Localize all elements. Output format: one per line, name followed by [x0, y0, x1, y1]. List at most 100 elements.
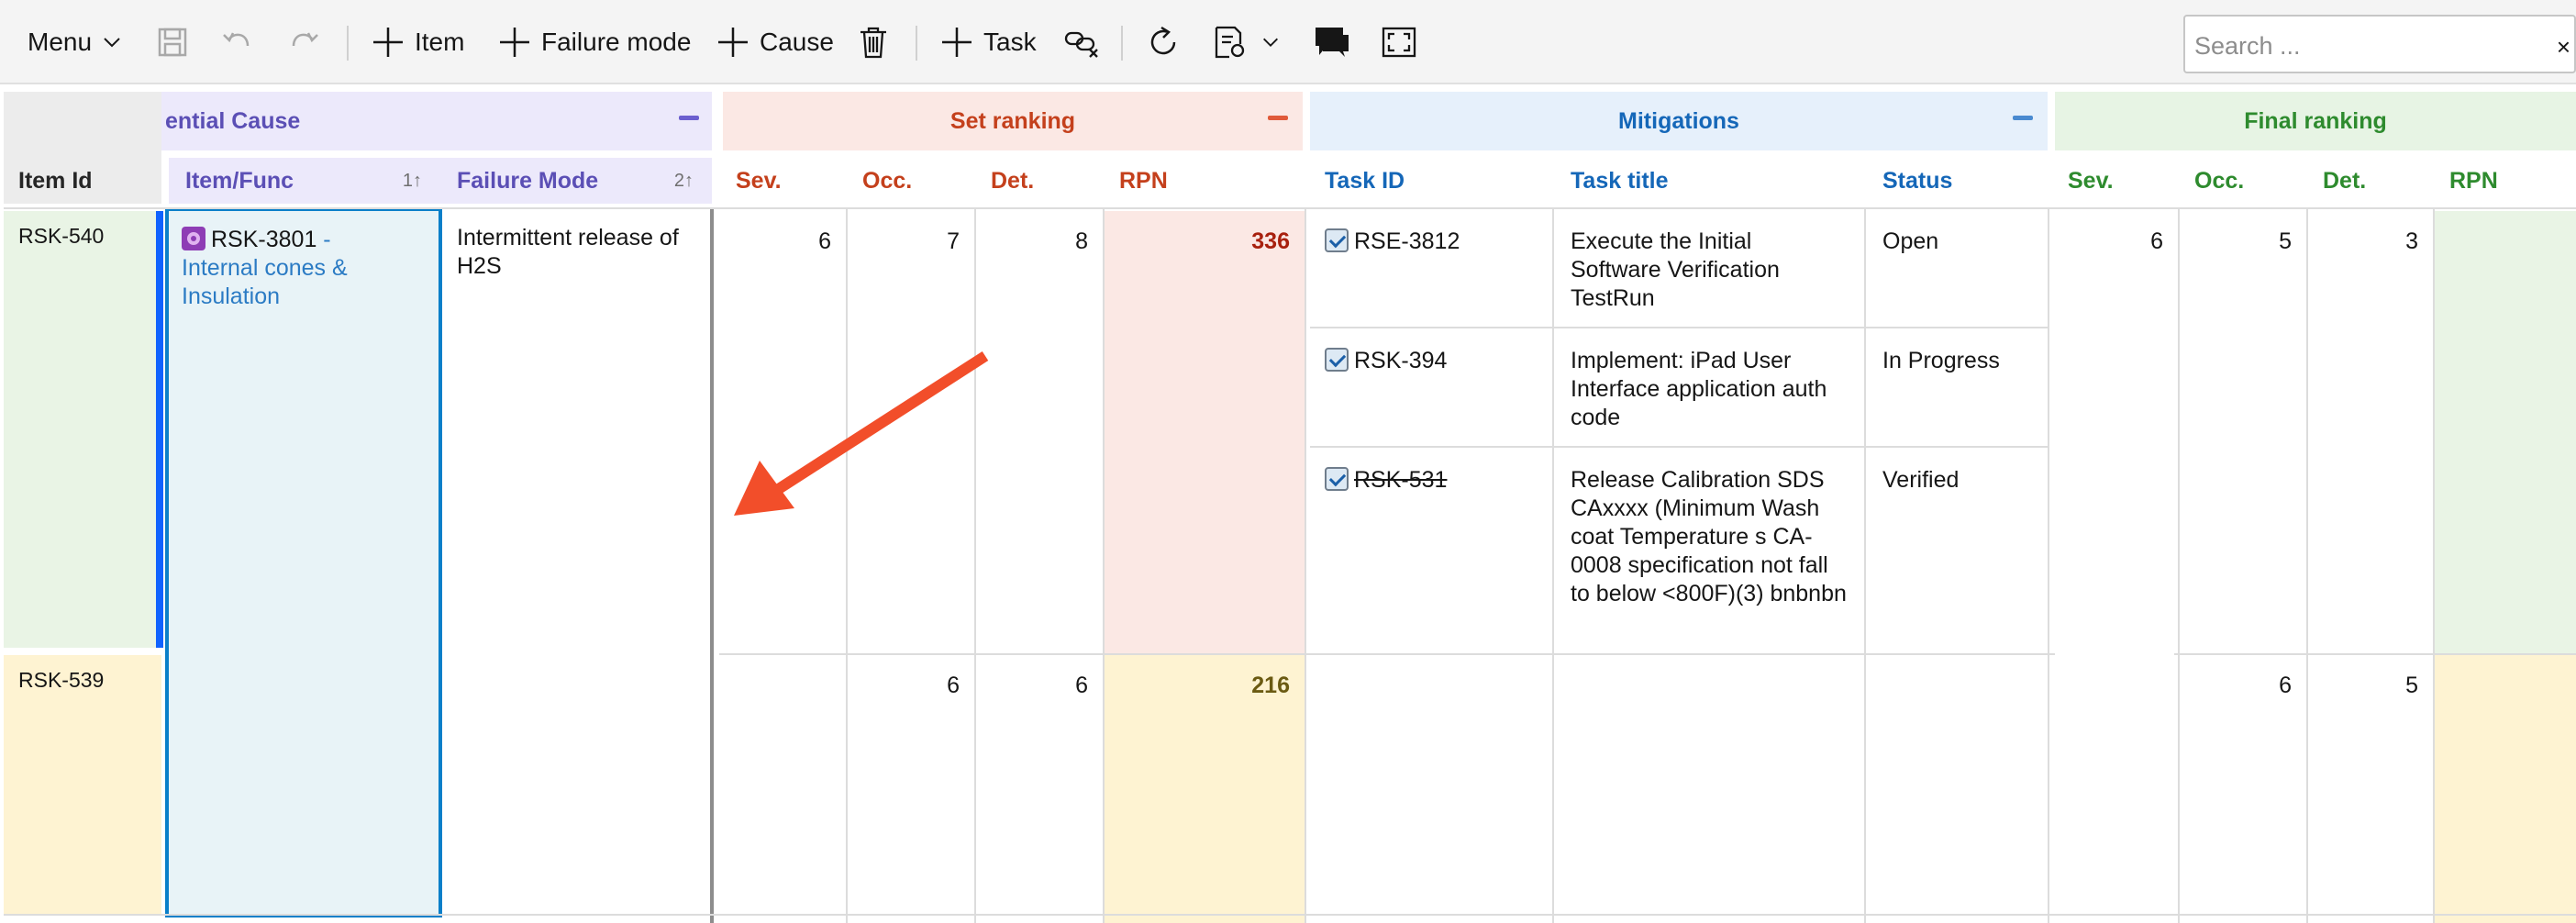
column-header-final-det[interactable]: Det.	[2308, 158, 2435, 204]
redo-button[interactable]	[288, 0, 321, 84]
column-header-task-id[interactable]: Task ID	[1310, 158, 1554, 204]
column-header-sev[interactable]: Sev.	[723, 158, 848, 204]
save-button[interactable]	[156, 0, 189, 84]
refresh-icon	[1150, 26, 1176, 55]
column-header-failure-mode[interactable]: Failure Mode 2↑	[440, 158, 712, 204]
final-occ-cell[interactable]: 5	[2180, 211, 2306, 272]
search-box[interactable]: ×	[2183, 15, 2576, 73]
add-cause-button[interactable]: Cause	[716, 0, 834, 84]
column-header-occ[interactable]: Occ.	[848, 158, 976, 204]
task-id[interactable]: RSK-394	[1354, 348, 1447, 373]
final-rpn-cell-bg	[2435, 211, 2576, 653]
search-input[interactable]	[2193, 24, 2536, 68]
row-selection-indicator	[156, 211, 163, 648]
report-icon	[1215, 26, 1245, 59]
item-func-name[interactable]: Internal cones & Insulation	[182, 255, 348, 309]
task-status-cell[interactable]: In Progress	[1866, 330, 2048, 392]
add-cause-label: Cause	[760, 28, 834, 56]
sev-cell[interactable]: 6	[723, 211, 846, 272]
task-id-cell[interactable]: RSK-394	[1310, 330, 1552, 392]
grid-line	[1305, 207, 1306, 923]
menu-button[interactable]: Menu	[28, 0, 123, 84]
final-det-cell[interactable]: 5	[2308, 655, 2433, 717]
failure-mode-text: Intermittent release of H2S	[457, 225, 679, 279]
fullscreen-icon	[1382, 27, 1416, 58]
item-id-cell[interactable]: RSK-539	[18, 668, 104, 693]
task-title-cell[interactable]: Implement: iPad User Interface applicati…	[1554, 330, 1864, 449]
collapse-icon[interactable]	[1268, 116, 1288, 120]
grid-line	[2306, 207, 2308, 923]
group-final-ranking-title: Final ranking	[2244, 107, 2387, 134]
unlink-button[interactable]	[1064, 0, 1101, 84]
delete-button[interactable]	[859, 0, 888, 84]
det-cell[interactable]: 8	[976, 211, 1103, 272]
grid-line	[974, 207, 976, 923]
collapse-icon[interactable]	[2013, 116, 2033, 120]
column-header-label: RPN	[2449, 167, 2498, 194]
item-func-id[interactable]: RSK-3801	[211, 227, 316, 252]
task-id-cell[interactable]: RSK-531	[1310, 450, 1552, 511]
item-id-cell[interactable]: RSK-540	[18, 224, 104, 249]
task-checkbox-icon	[1325, 228, 1349, 252]
det-cell[interactable]: 6	[976, 655, 1103, 717]
column-header-final-rpn[interactable]: RPN	[2435, 158, 2576, 204]
column-header-label: Task ID	[1325, 167, 1405, 194]
add-item-button[interactable]: Item	[371, 0, 464, 84]
fullscreen-button[interactable]	[1382, 0, 1416, 84]
grid-line	[1103, 207, 1105, 923]
comments-icon	[1316, 28, 1349, 57]
item-func-separator: -	[316, 227, 331, 252]
comments-button[interactable]	[1314, 0, 1350, 84]
clear-search-icon[interactable]: ×	[2557, 33, 2570, 61]
collapse-icon[interactable]	[679, 116, 699, 120]
undo-icon	[223, 32, 250, 47]
redo-icon	[292, 32, 318, 47]
column-header-rpn[interactable]: RPN	[1105, 158, 1305, 204]
grid-line	[846, 207, 848, 923]
column-header-label: Det.	[991, 167, 1035, 194]
final-det-cell[interactable]: 3	[2308, 211, 2433, 272]
add-task-label: Task	[983, 28, 1037, 56]
row-bg-item-id	[4, 655, 161, 916]
task-status-cell[interactable]: Verified	[1866, 450, 2048, 511]
group-final-ranking: Final ranking	[2055, 92, 2576, 150]
column-header-label: Sev.	[2068, 167, 2114, 194]
column-header-final-sev[interactable]: Sev.	[2055, 158, 2180, 204]
column-header-label: Occ.	[2194, 167, 2245, 194]
task-status-cell[interactable]: Open	[1866, 211, 2048, 272]
add-failure-mode-button[interactable]: Failure mode	[497, 0, 691, 84]
frozen-column-divider[interactable]	[710, 207, 714, 923]
occ-cell[interactable]: 6	[848, 655, 974, 717]
final-sev-cell[interactable]: 6	[2055, 211, 2178, 272]
plus-icon	[942, 28, 972, 57]
column-header-final-occ[interactable]: Occ.	[2180, 158, 2308, 204]
occ-cell[interactable]: 7	[848, 211, 974, 272]
task-id[interactable]: RSE-3812	[1354, 228, 1460, 254]
toolbar-divider	[916, 26, 917, 61]
column-header-item-id[interactable]: Item Id	[4, 158, 161, 204]
toolbar: Menu Item Failure mode Cause Task Search…	[0, 0, 2576, 84]
task-title-cell[interactable]: Execute the Initial Software Verificatio…	[1554, 211, 1864, 329]
item-func-cell[interactable]: RSK-3801 - Internal cones & Insulation	[165, 207, 442, 917]
column-header-task-title[interactable]: Task title	[1554, 158, 1866, 204]
task-id-cell[interactable]: RSE-3812	[1310, 211, 1552, 272]
failure-mode-cell[interactable]: Intermittent release of H2S	[442, 207, 710, 917]
task-id[interactable]: RSK-531	[1354, 467, 1447, 493]
column-header-det[interactable]: Det.	[976, 158, 1105, 204]
final-occ-cell[interactable]: 6	[2180, 655, 2306, 717]
column-header-status[interactable]: Status	[1866, 158, 2049, 204]
task-checkbox-icon	[1325, 348, 1349, 372]
grid-line	[4, 207, 2576, 209]
add-task-button[interactable]: Task	[939, 0, 1037, 84]
refresh-button[interactable]	[1145, 0, 1182, 84]
group-mitigations: Mitigations	[1310, 92, 2048, 150]
column-header-item-func[interactable]: Item/Func 1↑	[169, 158, 440, 204]
annotation-arrow-icon	[734, 350, 989, 516]
group-potential-cause-title: ential Cause	[165, 107, 301, 134]
task-title-cell[interactable]: Release Calibration SDS CAxxxx (Minimum …	[1554, 450, 1864, 625]
undo-button[interactable]	[220, 0, 253, 84]
report-dropdown-button[interactable]	[1213, 0, 1281, 84]
grid-line	[2433, 207, 2435, 923]
add-failure-mode-label: Failure mode	[541, 28, 692, 56]
toolbar-divider	[1121, 26, 1123, 61]
